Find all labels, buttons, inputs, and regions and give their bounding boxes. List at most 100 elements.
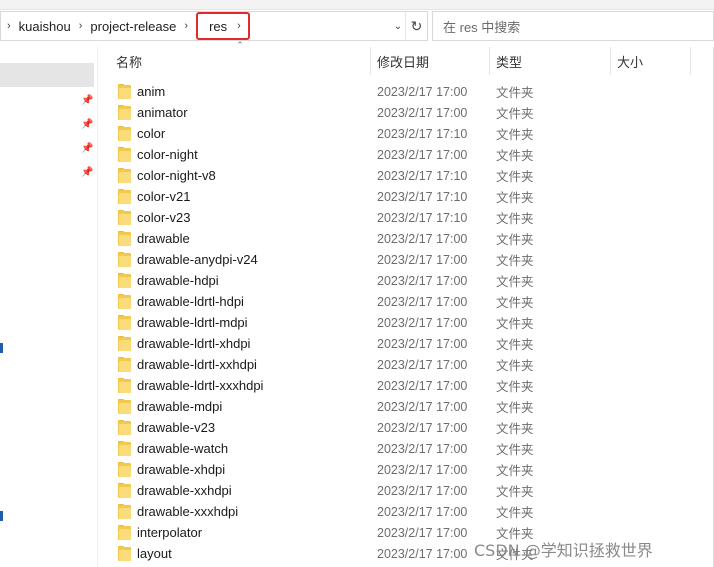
column-header-name[interactable]: 名称 bbox=[108, 47, 371, 75]
file-modified-date: 2023/2/17 17:10 bbox=[377, 168, 468, 183]
chevron-right-icon[interactable]: › bbox=[184, 20, 188, 32]
folder-icon bbox=[118, 504, 131, 519]
file-modified-date: 2023/2/17 17:00 bbox=[377, 441, 468, 456]
file-row[interactable]: drawable-ldrtl-xxxhdpi 2023/2/17 17:00 文件夹 bbox=[98, 375, 714, 396]
breadcrumb-res-highlight[interactable]: res › bbox=[196, 12, 250, 40]
file-row[interactable]: drawable-anydpi-v24 2023/2/17 17:00 文件夹 bbox=[98, 249, 714, 270]
file-name[interactable]: animator bbox=[137, 105, 188, 120]
file-type: 文件夹 bbox=[496, 506, 534, 520]
folder-icon bbox=[118, 105, 131, 120]
pin-icon[interactable]: 📌 bbox=[81, 143, 93, 155]
breadcrumb-kuaishou[interactable]: kuaishou bbox=[17, 19, 73, 34]
file-type: 文件夹 bbox=[496, 275, 534, 289]
file-name[interactable]: drawable-xxhdpi bbox=[137, 483, 232, 498]
folder-icon bbox=[118, 210, 131, 225]
navigation-pane[interactable]: 📌 📌 📌 📌 bbox=[0, 47, 98, 567]
file-type: 文件夹 bbox=[496, 128, 534, 142]
file-name[interactable]: color-v23 bbox=[137, 210, 190, 225]
file-modified-date: 2023/2/17 17:00 bbox=[377, 273, 468, 288]
file-name[interactable]: drawable-xxxhdpi bbox=[137, 504, 238, 519]
breadcrumb-project-release[interactable]: project-release bbox=[88, 19, 178, 34]
file-row[interactable]: drawable-xxxhdpi 2023/2/17 17:00 文件夹 bbox=[98, 501, 714, 522]
file-modified-date: 2023/2/17 17:00 bbox=[377, 420, 468, 435]
file-row[interactable]: drawable-xhdpi 2023/2/17 17:00 文件夹 bbox=[98, 459, 714, 480]
folder-icon bbox=[118, 357, 131, 372]
file-row[interactable]: drawable 2023/2/17 17:00 文件夹 bbox=[98, 228, 714, 249]
file-name[interactable]: drawable bbox=[137, 231, 190, 246]
file-name[interactable]: drawable-hdpi bbox=[137, 273, 219, 288]
file-name[interactable]: layout bbox=[137, 546, 172, 561]
nav-selected-item[interactable] bbox=[0, 63, 94, 87]
breadcrumb-res[interactable]: res bbox=[207, 19, 229, 34]
file-row[interactable]: color 2023/2/17 17:10 文件夹 bbox=[98, 123, 714, 144]
file-row[interactable]: drawable-hdpi 2023/2/17 17:00 文件夹 bbox=[98, 270, 714, 291]
chevron-right-icon[interactable]: › bbox=[237, 20, 241, 32]
refresh-icon[interactable]: ↻ bbox=[405, 12, 427, 40]
file-modified-date: 2023/2/17 17:10 bbox=[377, 126, 468, 141]
file-row[interactable]: drawable-ldrtl-xxhdpi 2023/2/17 17:00 文件夹 bbox=[98, 354, 714, 375]
file-type: 文件夹 bbox=[496, 485, 534, 499]
file-name[interactable]: drawable-ldrtl-xhdpi bbox=[137, 336, 250, 351]
pin-icon[interactable]: 📌 bbox=[81, 167, 93, 179]
folder-icon bbox=[118, 252, 131, 267]
folder-icon bbox=[118, 168, 131, 183]
address-bar[interactable]: › kuaishou › project-release › res › ⌄ ↻ bbox=[0, 11, 428, 41]
file-type: 文件夹 bbox=[496, 86, 534, 100]
file-row[interactable]: drawable-ldrtl-xhdpi 2023/2/17 17:00 文件夹 bbox=[98, 333, 714, 354]
file-row[interactable]: drawable-mdpi 2023/2/17 17:00 文件夹 bbox=[98, 396, 714, 417]
folder-icon bbox=[118, 483, 131, 498]
file-name[interactable]: drawable-ldrtl-xxhdpi bbox=[137, 357, 257, 372]
chevron-down-icon[interactable]: ⌄ bbox=[391, 12, 405, 40]
file-list[interactable]: anim 2023/2/17 17:00 文件夹 animator 2023/2/17 … bbox=[98, 81, 714, 564]
chevron-right-icon[interactable]: › bbox=[79, 20, 83, 32]
file-name[interactable]: drawable-watch bbox=[137, 441, 228, 456]
pin-icon[interactable]: 📌 bbox=[81, 119, 93, 131]
pin-icon[interactable]: 📌 bbox=[81, 95, 93, 107]
file-name[interactable]: color bbox=[137, 126, 165, 141]
folder-icon bbox=[118, 462, 131, 477]
file-name[interactable]: drawable-mdpi bbox=[137, 399, 222, 414]
file-name[interactable]: color-v21 bbox=[137, 189, 190, 204]
folder-icon bbox=[118, 273, 131, 288]
file-row[interactable]: color-night-v8 2023/2/17 17:10 文件夹 bbox=[98, 165, 714, 186]
file-type: 文件夹 bbox=[496, 191, 534, 205]
file-name[interactable]: color-night-v8 bbox=[137, 168, 216, 183]
folder-icon bbox=[118, 525, 131, 540]
file-row[interactable]: drawable-v23 2023/2/17 17:00 文件夹 bbox=[98, 417, 714, 438]
file-type: 文件夹 bbox=[496, 317, 534, 331]
file-row[interactable]: color-night 2023/2/17 17:00 文件夹 bbox=[98, 144, 714, 165]
folder-icon bbox=[118, 378, 131, 393]
file-row[interactable]: anim 2023/2/17 17:00 文件夹 bbox=[98, 81, 714, 102]
file-name[interactable]: drawable-v23 bbox=[137, 420, 215, 435]
file-type: 文件夹 bbox=[496, 422, 534, 436]
file-row[interactable]: drawable-ldrtl-hdpi 2023/2/17 17:00 文件夹 bbox=[98, 291, 714, 312]
file-name[interactable]: drawable-anydpi-v24 bbox=[137, 252, 258, 267]
file-name[interactable]: color-night bbox=[137, 147, 198, 162]
file-row[interactable]: drawable-ldrtl-mdpi 2023/2/17 17:00 文件夹 bbox=[98, 312, 714, 333]
column-header-name-label: 名称 bbox=[116, 54, 143, 70]
file-row[interactable]: drawable-watch 2023/2/17 17:00 文件夹 bbox=[98, 438, 714, 459]
column-header-size[interactable]: 大小 bbox=[609, 47, 691, 75]
column-header-date[interactable]: 修改日期 bbox=[369, 47, 490, 75]
file-type: 文件夹 bbox=[496, 296, 534, 310]
file-type: 文件夹 bbox=[496, 149, 534, 163]
file-name[interactable]: drawable-ldrtl-mdpi bbox=[137, 315, 248, 330]
chevron-right-icon[interactable]: › bbox=[7, 20, 11, 32]
file-modified-date: 2023/2/17 17:00 bbox=[377, 294, 468, 309]
file-name[interactable]: drawable-ldrtl-hdpi bbox=[137, 294, 244, 309]
file-type: 文件夹 bbox=[496, 107, 534, 121]
file-name[interactable]: anim bbox=[137, 84, 165, 99]
column-header-type[interactable]: 类型 bbox=[488, 47, 611, 75]
file-row[interactable]: drawable-xxhdpi 2023/2/17 17:00 文件夹 bbox=[98, 480, 714, 501]
file-type: 文件夹 bbox=[496, 443, 534, 457]
file-name[interactable]: drawable-ldrtl-xxxhdpi bbox=[137, 378, 263, 393]
file-row[interactable]: animator 2023/2/17 17:00 文件夹 bbox=[98, 102, 714, 123]
nav-item-marker bbox=[0, 511, 3, 521]
search-input[interactable]: 在 res 中搜索 bbox=[432, 11, 714, 41]
file-row[interactable]: color-v21 2023/2/17 17:10 文件夹 bbox=[98, 186, 714, 207]
file-name[interactable]: interpolator bbox=[137, 525, 202, 540]
file-name[interactable]: drawable-xhdpi bbox=[137, 462, 225, 477]
file-row[interactable]: color-v23 2023/2/17 17:10 文件夹 bbox=[98, 207, 714, 228]
folder-icon bbox=[118, 546, 131, 561]
file-modified-date: 2023/2/17 17:00 bbox=[377, 462, 468, 477]
